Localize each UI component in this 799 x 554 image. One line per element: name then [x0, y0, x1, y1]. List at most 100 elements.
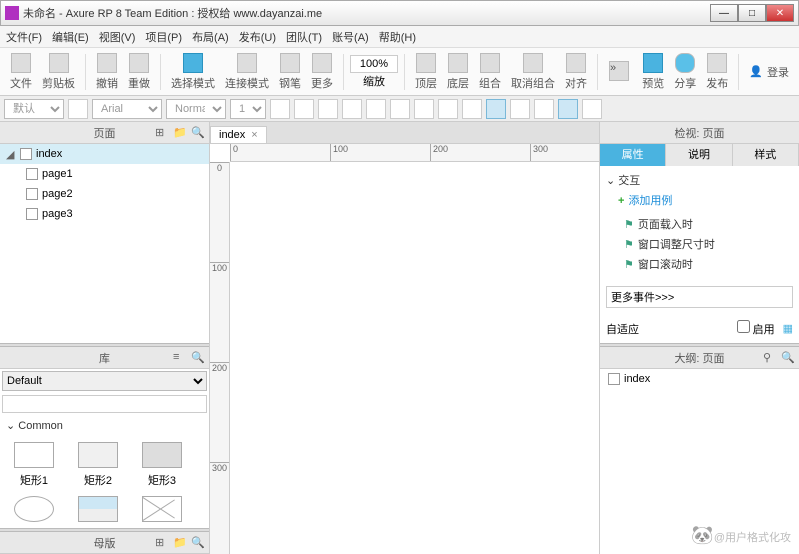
copy-style-button[interactable] [68, 99, 88, 119]
overflow-button[interactable]: » [604, 59, 634, 85]
page-root[interactable]: ◢index [0, 144, 209, 164]
add-folder-icon[interactable]: 📁 [173, 126, 187, 140]
menu-file[interactable]: 文件(F) [6, 29, 42, 45]
shape-ellipse[interactable] [6, 496, 62, 522]
login-button[interactable]: 👤登录 [745, 62, 793, 82]
zoom-input[interactable] [350, 55, 398, 73]
tab-style[interactable]: 样式 [733, 144, 799, 166]
page-item[interactable]: page1 [0, 164, 209, 184]
preview-button[interactable]: 预览 [638, 51, 668, 93]
menu-layout[interactable]: 布局(A) [192, 29, 229, 45]
master-search-icon[interactable]: 🔍 [191, 536, 205, 550]
outline-item[interactable]: index [600, 369, 799, 389]
canvas-area: index× 0100200300400 0100200300400500 [210, 122, 599, 554]
search-icon[interactable]: 🔍 [191, 126, 205, 140]
page-item[interactable]: page2 [0, 184, 209, 204]
shape-image[interactable] [70, 496, 126, 522]
library-menu-icon[interactable]: ≡ [173, 351, 187, 365]
align-right-button[interactable] [510, 99, 530, 119]
menu-edit[interactable]: 编辑(E) [52, 29, 89, 45]
border-style-button[interactable] [438, 99, 458, 119]
undo-button[interactable]: 撤销 [92, 51, 122, 93]
shape-palette: 矩形1 矩形2 矩形3 [0, 436, 209, 528]
menu-view[interactable]: 视图(V) [99, 29, 136, 45]
more-events-button[interactable]: 更多事件>>> [606, 286, 793, 308]
redo-button[interactable]: 重做 [124, 51, 154, 93]
back-button[interactable]: 底层 [443, 51, 473, 93]
app-icon [5, 6, 19, 20]
border-button[interactable] [390, 99, 410, 119]
page-item[interactable]: page3 [0, 204, 209, 224]
pen-button[interactable]: 钢笔 [275, 51, 305, 93]
add-master-icon[interactable]: ⊞ [155, 536, 169, 550]
group-button[interactable]: 组合 [475, 51, 505, 93]
align-center-button[interactable] [486, 99, 506, 119]
tab-notes[interactable]: 说明 [666, 144, 732, 166]
maximize-button[interactable]: □ [738, 4, 766, 22]
file-button[interactable]: 文件 [6, 51, 36, 93]
close-tab-icon[interactable]: × [251, 129, 257, 141]
valign-bottom-button[interactable] [582, 99, 602, 119]
canvas-tab[interactable]: index× [210, 126, 267, 143]
align-button[interactable]: 对齐 [561, 51, 591, 93]
ruler-horizontal[interactable]: 0100200300400 [230, 144, 599, 162]
shape-rect1[interactable]: 矩形1 [6, 442, 62, 488]
align-left-button[interactable] [462, 99, 482, 119]
font-select[interactable]: Arial [92, 99, 162, 119]
fill-button[interactable] [366, 99, 386, 119]
library-search-input[interactable] [2, 395, 207, 413]
enable-adaptive-checkbox[interactable]: 启用 [737, 320, 775, 337]
italic-button[interactable] [318, 99, 338, 119]
valign-top-button[interactable] [534, 99, 554, 119]
menubar: 文件(F) 编辑(E) 视图(V) 项目(P) 布局(A) 发布(U) 团队(T… [0, 26, 799, 48]
outline-search-icon[interactable]: 🔍 [781, 351, 795, 365]
menu-help[interactable]: 帮助(H) [379, 29, 416, 45]
weight-select[interactable]: Normal [166, 99, 226, 119]
library-panel-header: 库 ≡ 🔍 [0, 347, 209, 369]
style-select[interactable]: 默认 [4, 99, 64, 119]
front-button[interactable]: 顶层 [411, 51, 441, 93]
menu-account[interactable]: 账号(A) [332, 29, 369, 45]
size-select[interactable]: 13 [230, 99, 266, 119]
library-group[interactable]: ⌄ Common [0, 415, 209, 436]
interaction-section[interactable]: ⌄ 交互 [606, 172, 793, 188]
valign-middle-button[interactable] [558, 99, 578, 119]
minimize-button[interactable]: — [710, 4, 738, 22]
share-button[interactable]: 分享 [670, 51, 700, 93]
menu-team[interactable]: 团队(T) [286, 29, 322, 45]
ruler-vertical[interactable]: 0100200300400500 [210, 162, 230, 554]
library-search-icon[interactable]: 🔍 [191, 351, 205, 365]
zoom-control[interactable]: 缩放 [350, 55, 398, 89]
connect-mode-button[interactable]: 连接模式 [221, 51, 273, 93]
shape-rect2[interactable]: 矩形2 [70, 442, 126, 488]
menu-project[interactable]: 项目(P) [145, 29, 182, 45]
event-page-load[interactable]: 页面载入时 [624, 214, 793, 234]
page-tree: ◢index page1 page2 page3 [0, 144, 209, 224]
close-button[interactable]: ✕ [766, 4, 794, 22]
publish-button[interactable]: 发布 [702, 51, 732, 93]
add-page-icon[interactable]: ⊞ [155, 126, 169, 140]
select-mode-button[interactable]: 选择模式 [167, 51, 219, 93]
inspector-header: 检视: 页面 [600, 122, 799, 144]
border-width-button[interactable] [414, 99, 434, 119]
bold-button[interactable] [294, 99, 314, 119]
underline-button[interactable] [342, 99, 362, 119]
format-toolbar: 默认 Arial Normal 13 [0, 96, 799, 122]
add-case-link[interactable]: +添加用例 [618, 192, 793, 208]
event-window-scroll[interactable]: 窗口滚动时 [624, 254, 793, 274]
ungroup-button[interactable]: 取消组合 [507, 51, 559, 93]
event-window-resize[interactable]: 窗口调整尺寸时 [624, 234, 793, 254]
window-title: 未命名 - Axure RP 8 Team Edition : 授权给 www.… [23, 5, 710, 21]
canvas[interactable] [230, 162, 599, 554]
shape-placeholder[interactable] [134, 496, 190, 522]
tab-properties[interactable]: 属性 [600, 144, 666, 166]
library-select[interactable]: Default [2, 371, 207, 391]
add-master-folder-icon[interactable]: 📁 [173, 536, 187, 550]
shape-rect3[interactable]: 矩形3 [134, 442, 190, 488]
filter-icon[interactable]: ⚲ [763, 351, 777, 365]
adaptive-settings-icon[interactable]: ▦ [783, 322, 793, 335]
menu-publish[interactable]: 发布(U) [239, 29, 276, 45]
clipboard-button[interactable]: 剪贴板 [38, 51, 79, 93]
more-button[interactable]: 更多 [307, 51, 337, 93]
text-color-button[interactable] [270, 99, 290, 119]
